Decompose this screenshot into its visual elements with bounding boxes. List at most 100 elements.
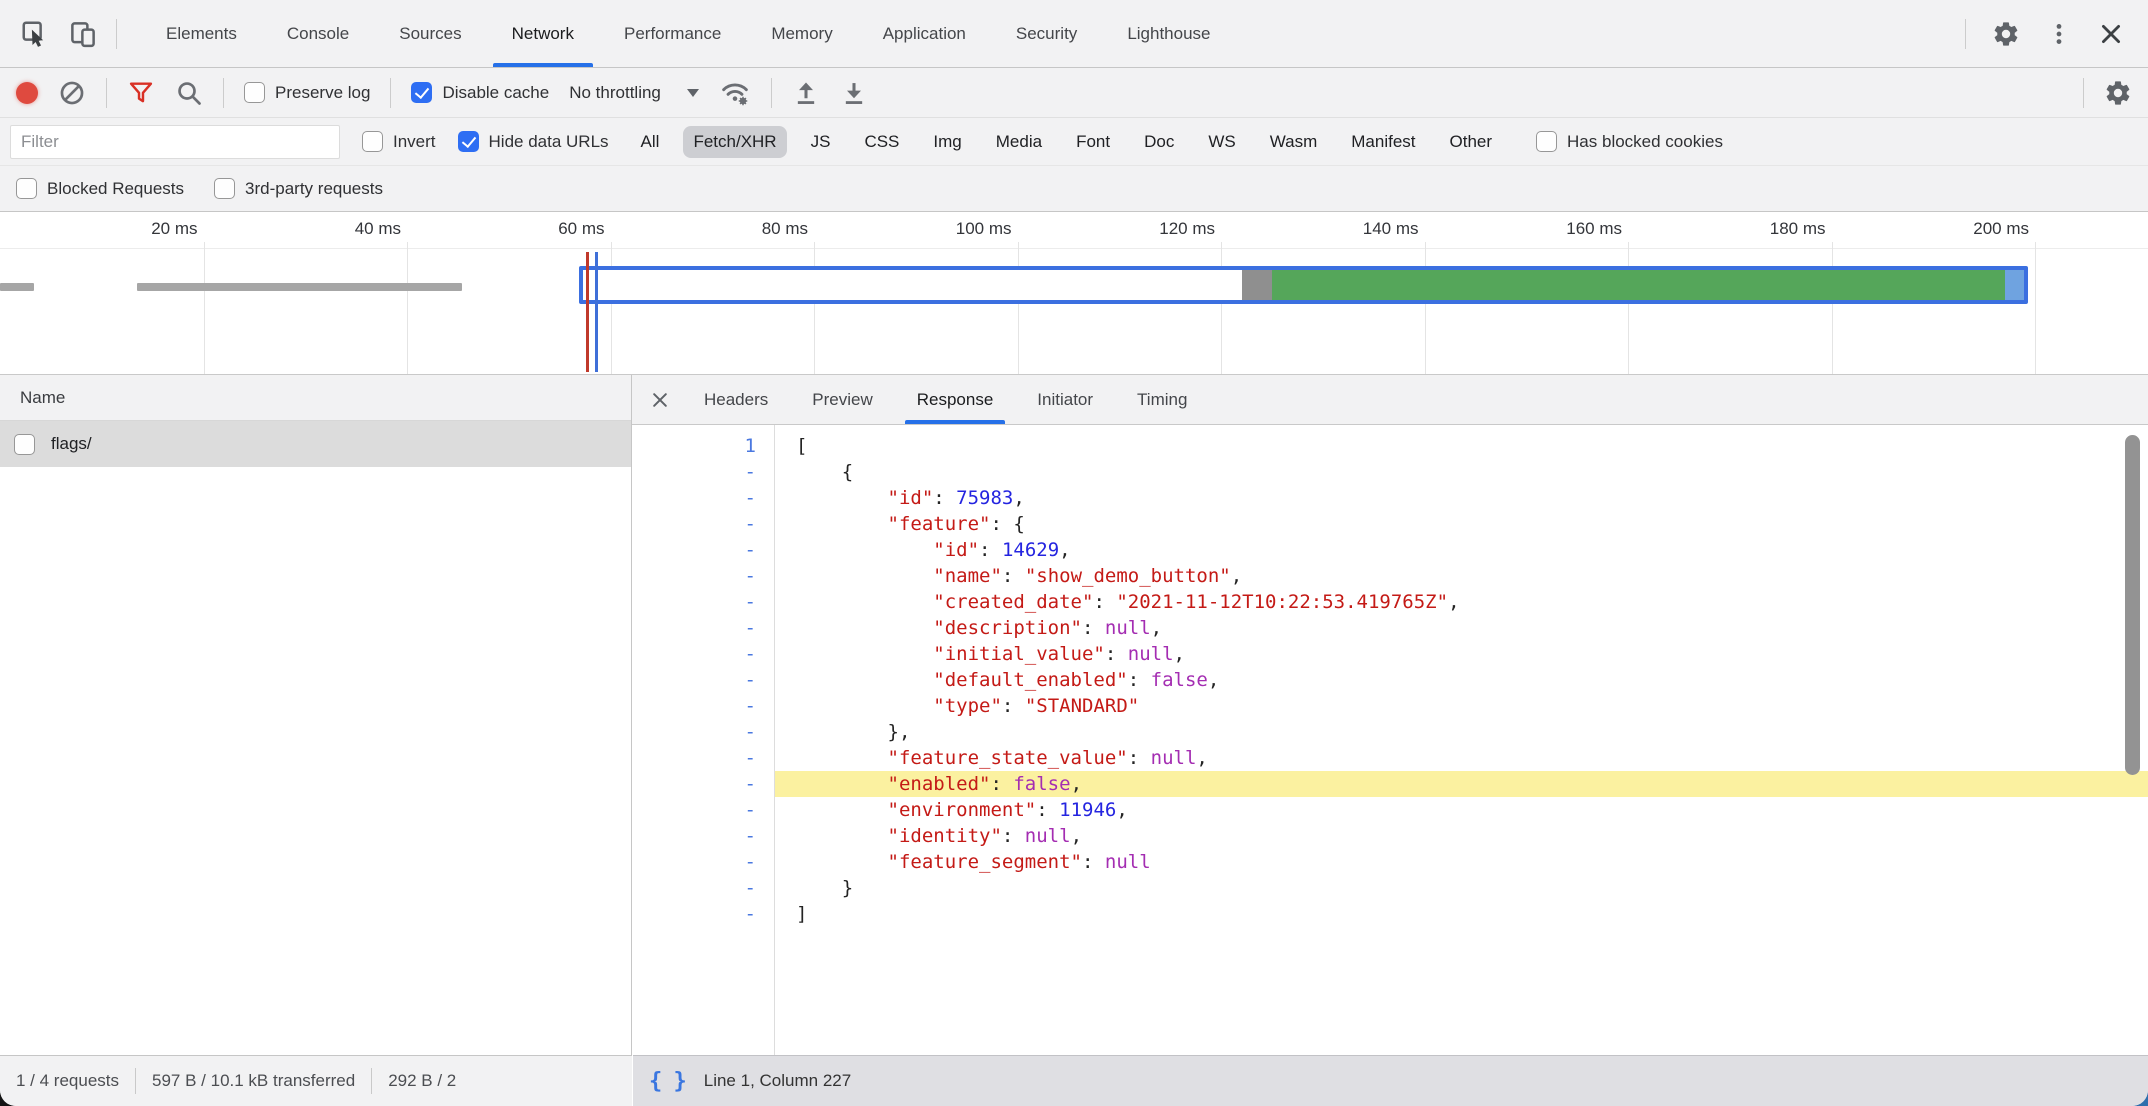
pretty-print-icon[interactable]: { } — [649, 1069, 686, 1094]
code-line: -] — [632, 901, 2148, 927]
filter-type-font[interactable]: Font — [1066, 126, 1120, 158]
tab-performance[interactable]: Performance — [599, 0, 746, 67]
tab-console[interactable]: Console — [262, 0, 374, 67]
gutter-line-marker: - — [632, 589, 774, 615]
import-har-icon[interactable] — [792, 79, 820, 107]
gutter-line-marker: - — [632, 563, 774, 589]
code-line: - "default_enabled": false, — [632, 667, 2148, 693]
details-tab-response[interactable]: Response — [895, 375, 1016, 424]
timeline-tick-label: 40 ms — [201, 219, 401, 239]
divider — [1965, 19, 1966, 49]
filter-type-css[interactable]: CSS — [854, 126, 909, 158]
search-icon[interactable] — [175, 79, 203, 107]
clear-network-log-icon[interactable] — [58, 79, 86, 107]
gutter-line-marker: - — [632, 693, 774, 719]
filter-type-doc[interactable]: Doc — [1134, 126, 1184, 158]
more-options-kebab-icon[interactable] — [2046, 21, 2072, 47]
details-tabbar: HeadersPreviewResponseInitiatorTiming — [632, 375, 2148, 425]
timeline-tick-label: 60 ms — [405, 219, 605, 239]
filter-type-manifest[interactable]: Manifest — [1341, 126, 1425, 158]
filter-type-js[interactable]: JS — [801, 126, 841, 158]
network-settings-gear-icon[interactable] — [2104, 79, 2132, 107]
third-party-requests-toggle[interactable]: 3rd-party requests — [214, 178, 383, 199]
waterfall-gray-bar — [0, 283, 34, 291]
request-row-flags[interactable]: flags/ — [0, 421, 631, 467]
has-blocked-cookies-toggle[interactable]: Has blocked cookies — [1536, 131, 1723, 152]
code-line: - "identity": null, — [632, 823, 2148, 849]
filter-type-img[interactable]: Img — [923, 126, 971, 158]
close-details-icon[interactable] — [638, 375, 682, 424]
tab-elements[interactable]: Elements — [141, 0, 262, 67]
chevron-down-icon — [687, 89, 699, 97]
disable-cache-toggle[interactable]: Disable cache — [411, 82, 549, 103]
gutter-line-marker: - — [632, 511, 774, 537]
filter-type-fetch-xhr[interactable]: Fetch/XHR — [683, 126, 786, 158]
has-blocked-cookies-checkbox[interactable] — [1536, 131, 1557, 152]
export-har-icon[interactable] — [840, 79, 868, 107]
record-network-log-icon[interactable] — [16, 82, 38, 104]
filter-funnel-icon[interactable] — [127, 79, 155, 107]
timeline-gridline — [1221, 242, 1222, 374]
blocked-requests-checkbox[interactable] — [16, 178, 37, 199]
third-party-requests-checkbox[interactable] — [214, 178, 235, 199]
code-line-content: "id": 14629, — [774, 537, 2148, 563]
timeline-tick-label: 100 ms — [812, 219, 1012, 239]
page-event-line — [586, 252, 589, 372]
tab-security[interactable]: Security — [991, 0, 1102, 67]
code-line: - { — [632, 459, 2148, 485]
page-event-line — [595, 252, 598, 372]
name-column-header[interactable]: Name — [0, 375, 631, 421]
code-line-content: "feature_segment": null — [774, 849, 2148, 875]
invert-checkbox[interactable] — [362, 131, 383, 152]
hide-data-urls-toggle[interactable]: Hide data URLs — [458, 131, 609, 152]
settings-gear-icon[interactable] — [1992, 20, 2020, 48]
request-name: flags/ — [51, 434, 92, 454]
network-overview-timeline[interactable]: 20 ms40 ms60 ms80 ms100 ms120 ms140 ms16… — [0, 212, 2148, 375]
close-devtools-icon[interactable] — [2098, 21, 2124, 47]
filter-type-ws[interactable]: WS — [1198, 126, 1245, 158]
timeline-gridline — [1628, 242, 1629, 374]
timeline-tick-label: 20 ms — [0, 219, 198, 239]
tab-network[interactable]: Network — [487, 0, 599, 67]
details-tab-preview[interactable]: Preview — [790, 375, 894, 424]
response-code-editor[interactable]: 1[- {- "id": 75983,- "feature": {- "id":… — [632, 425, 2148, 1055]
filter-type-wasm[interactable]: Wasm — [1260, 126, 1328, 158]
filter-type-other[interactable]: Other — [1440, 126, 1503, 158]
details-tab-headers[interactable]: Headers — [682, 375, 790, 424]
tab-sources[interactable]: Sources — [374, 0, 486, 67]
request-row-checkbox[interactable] — [14, 434, 35, 455]
blocked-requests-toggle[interactable]: Blocked Requests — [16, 178, 184, 199]
filter-type-media[interactable]: Media — [986, 126, 1052, 158]
code-line-highlighted: - "enabled": false, — [632, 771, 2148, 797]
network-conditions-icon[interactable] — [719, 77, 751, 109]
tab-memory[interactable]: Memory — [746, 0, 857, 67]
panel-tabs: ElementsConsoleSourcesNetworkPerformance… — [141, 0, 1236, 67]
waterfall-segment — [1242, 270, 1272, 300]
throttling-dropdown[interactable]: No throttling — [569, 83, 699, 103]
code-line: - "feature": { — [632, 511, 2148, 537]
invert-toggle[interactable]: Invert — [362, 131, 436, 152]
gutter-divider — [774, 425, 775, 1055]
divider — [135, 1068, 136, 1094]
editor-scrollbar[interactable] — [2125, 435, 2140, 775]
disable-cache-checkbox[interactable] — [411, 82, 432, 103]
details-tab-timing[interactable]: Timing — [1115, 375, 1209, 424]
code-line-content: "feature": { — [774, 511, 2148, 537]
preserve-log-toggle[interactable]: Preserve log — [244, 82, 370, 103]
tab-application[interactable]: Application — [858, 0, 991, 67]
details-tab-initiator[interactable]: Initiator — [1015, 375, 1115, 424]
code-line: - "feature_state_value": null, — [632, 745, 2148, 771]
timeline-gridline — [1018, 242, 1019, 374]
code-line-content: [ — [774, 433, 2148, 459]
timeline-tick-label: 160 ms — [1422, 219, 1622, 239]
preserve-log-checkbox[interactable] — [244, 82, 265, 103]
code-line: 1[ — [632, 433, 2148, 459]
inspect-element-icon[interactable] — [20, 19, 50, 49]
gutter-line-marker: - — [632, 901, 774, 927]
toggle-device-toolbar-icon[interactable] — [68, 19, 98, 49]
invert-label: Invert — [393, 132, 436, 152]
filter-input[interactable] — [10, 125, 340, 159]
hide-data-urls-checkbox[interactable] — [458, 131, 479, 152]
tab-lighthouse[interactable]: Lighthouse — [1102, 0, 1235, 67]
filter-type-all[interactable]: All — [631, 126, 670, 158]
